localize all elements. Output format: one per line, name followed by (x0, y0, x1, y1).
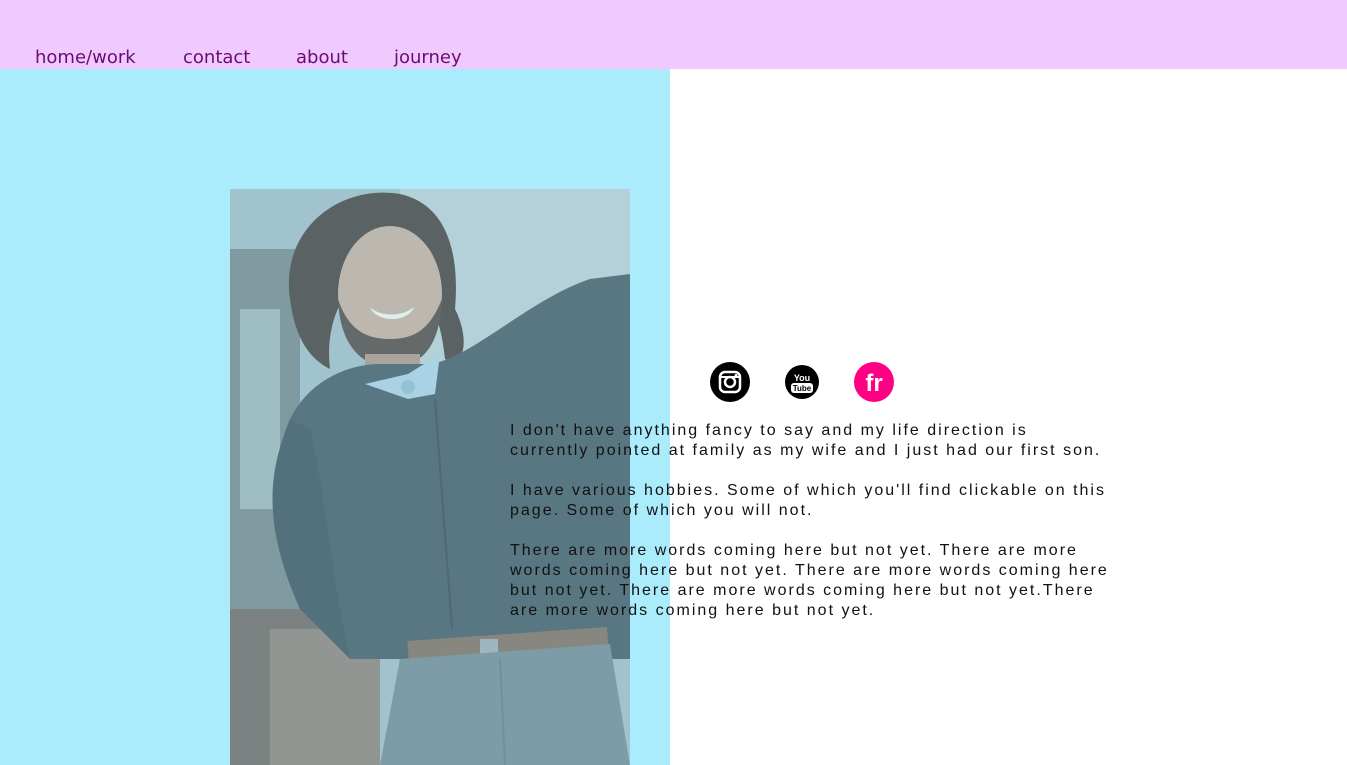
nav-link-home-work[interactable]: home/work (35, 46, 136, 70)
youtube-icon-text-bottom: Tube (793, 384, 812, 393)
bio-paragraph-family: I don't have anything fancy to say and m… (510, 422, 1102, 459)
bio-text: I don't have anything fancy to say and m… (510, 421, 1110, 641)
youtube-icon[interactable]: You Tube (785, 365, 819, 399)
nav-link-contact[interactable]: contact (183, 46, 250, 70)
nav-link-journey[interactable]: journey (394, 46, 462, 70)
flickr-icon[interactable]: fr (854, 362, 894, 402)
about-page: home/work contact about journey You Tube… (0, 0, 1347, 765)
top-navigation-bar: home/work contact about journey (0, 0, 1347, 69)
bio-paragraph-hobbies: I have various hobbies. Some of which yo… (510, 482, 1106, 519)
bio-paragraph-more-words: There are more words coming here but not… (510, 542, 1109, 619)
nav-link-about[interactable]: about (296, 46, 348, 70)
youtube-icon-text-top: You (794, 373, 810, 383)
flickr-icon-text: fr (865, 370, 882, 397)
instagram-icon[interactable] (710, 362, 750, 402)
